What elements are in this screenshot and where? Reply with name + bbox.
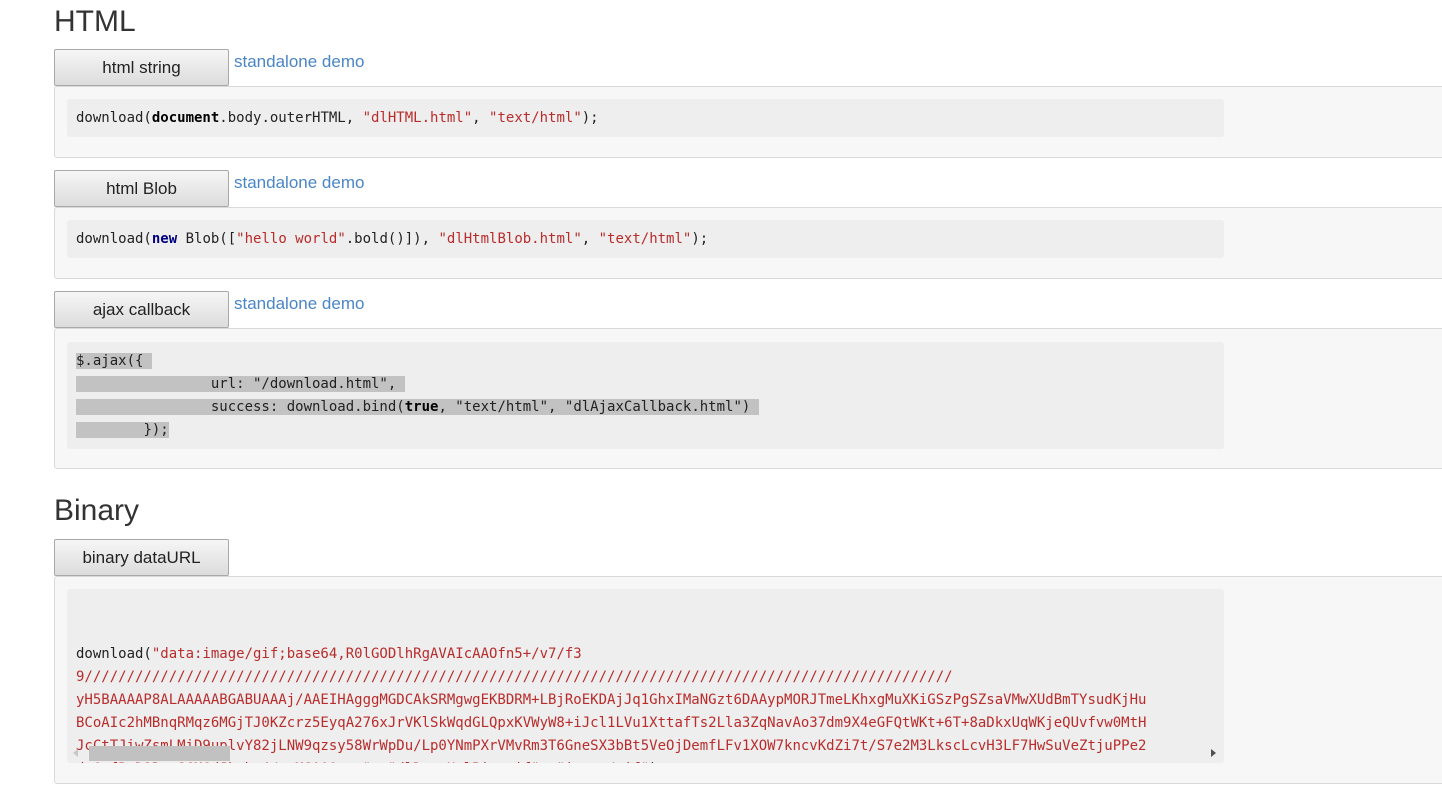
binary-dataurl-code: download("data:image/gif;base64,R0lGODlh… — [76, 646, 1147, 763]
html-blob-standalone-demo-link[interactable]: standalone demo — [234, 174, 364, 191]
scroll-left-arrow-icon[interactable] — [73, 749, 78, 757]
html-string-standalone-demo-link[interactable]: standalone demo — [234, 53, 364, 70]
scroll-right-arrow-icon[interactable] — [1211, 749, 1216, 757]
ajax-callback-code: $.ajax({ url: "/download.html", success:… — [67, 342, 1224, 449]
ajax-callback-code-panel: $.ajax({ url: "/download.html", success:… — [54, 328, 1442, 469]
binary-dataurl-button[interactable]: binary dataURL — [54, 539, 229, 576]
binary-dataurl-code-panel: download("data:image/gif;base64,R0lGODlh… — [54, 576, 1442, 784]
html-blob-code-panel: download(new Blob(["hello world".bold()]… — [54, 207, 1442, 279]
section-heading-binary: Binary — [54, 494, 140, 527]
ajax-callback-button[interactable]: ajax callback — [54, 291, 229, 328]
horizontal-scrollbar[interactable] — [67, 745, 1224, 763]
html-string-button[interactable]: html string — [54, 49, 229, 86]
scrollbar-thumb[interactable] — [89, 746, 230, 761]
html-string-code-panel: download(document.body.outerHTML, "dlHTM… — [54, 86, 1442, 158]
html-blob-button[interactable]: html Blob — [54, 170, 229, 207]
html-blob-code: download(new Blob(["hello world".bold()]… — [67, 220, 1224, 258]
binary-dataurl-code-block: download("data:image/gif;base64,R0lGODlh… — [67, 589, 1224, 763]
html-string-code: download(document.body.outerHTML, "dlHTM… — [67, 99, 1224, 137]
section-heading-html: HTML — [54, 5, 136, 38]
ajax-callback-standalone-demo-link[interactable]: standalone demo — [234, 295, 364, 312]
